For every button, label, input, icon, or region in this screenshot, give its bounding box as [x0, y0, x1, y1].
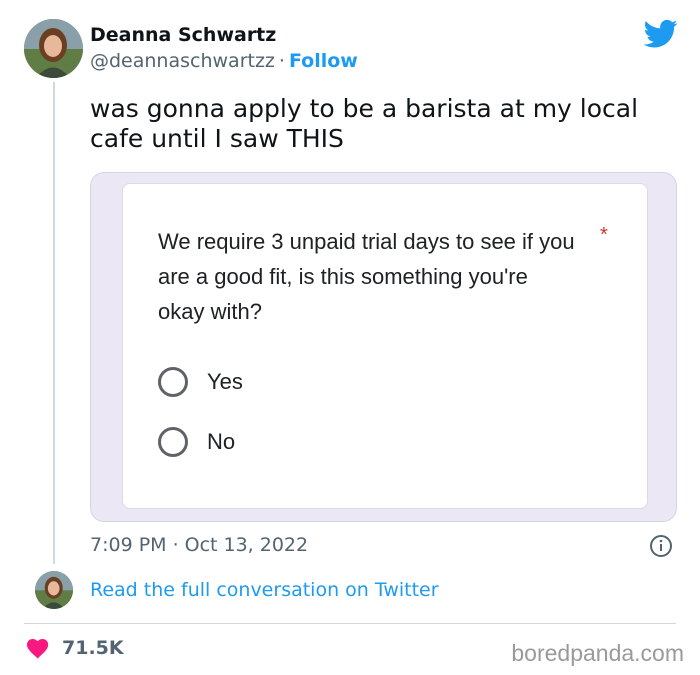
- divider: [24, 623, 676, 624]
- tweet-media-image[interactable]: We require 3 unpaid trial days to see if…: [90, 172, 677, 522]
- radio-option-yes[interactable]: Yes: [158, 367, 243, 397]
- thread-line: [53, 82, 55, 564]
- form-question-text: We require 3 unpaid trial days to see if…: [158, 229, 575, 324]
- author-handle[interactable]: @deannaschwartzz: [90, 50, 275, 72]
- radio-option-label: No: [207, 429, 236, 454]
- author-handle-row: @deannaschwartzz · Follow: [90, 50, 358, 72]
- tweet-timestamp[interactable]: 7:09 PM · Oct 13, 2022: [90, 534, 308, 556]
- author-avatar[interactable]: [24, 19, 83, 78]
- radio-button[interactable]: [158, 427, 188, 457]
- handle-separator: ·: [278, 50, 285, 72]
- conversation-avatar[interactable]: [35, 571, 73, 609]
- twitter-bird-icon[interactable]: [644, 19, 678, 49]
- like-count: 71.5K: [62, 637, 124, 659]
- timestamp-separator: ·: [172, 534, 179, 556]
- tweet-time: 7:09 PM: [90, 534, 167, 556]
- form-question-card: We require 3 unpaid trial days to see if…: [122, 183, 648, 509]
- radio-option-label: Yes: [207, 369, 243, 394]
- required-marker: *: [600, 224, 608, 246]
- tweet-text: was gonna apply to be a barista at my lo…: [90, 94, 639, 153]
- follow-button[interactable]: Follow: [289, 50, 358, 72]
- read-conversation-link[interactable]: Read the full conversation on Twitter: [90, 579, 439, 601]
- author-name[interactable]: Deanna Schwartz: [90, 24, 276, 46]
- heart-icon[interactable]: [26, 637, 50, 659]
- info-icon[interactable]: [649, 534, 673, 558]
- tweet-date: Oct 13, 2022: [184, 534, 309, 556]
- radio-button[interactable]: [158, 367, 188, 397]
- watermark: boredpanda.com: [511, 640, 684, 666]
- radio-option-no[interactable]: No: [158, 427, 235, 457]
